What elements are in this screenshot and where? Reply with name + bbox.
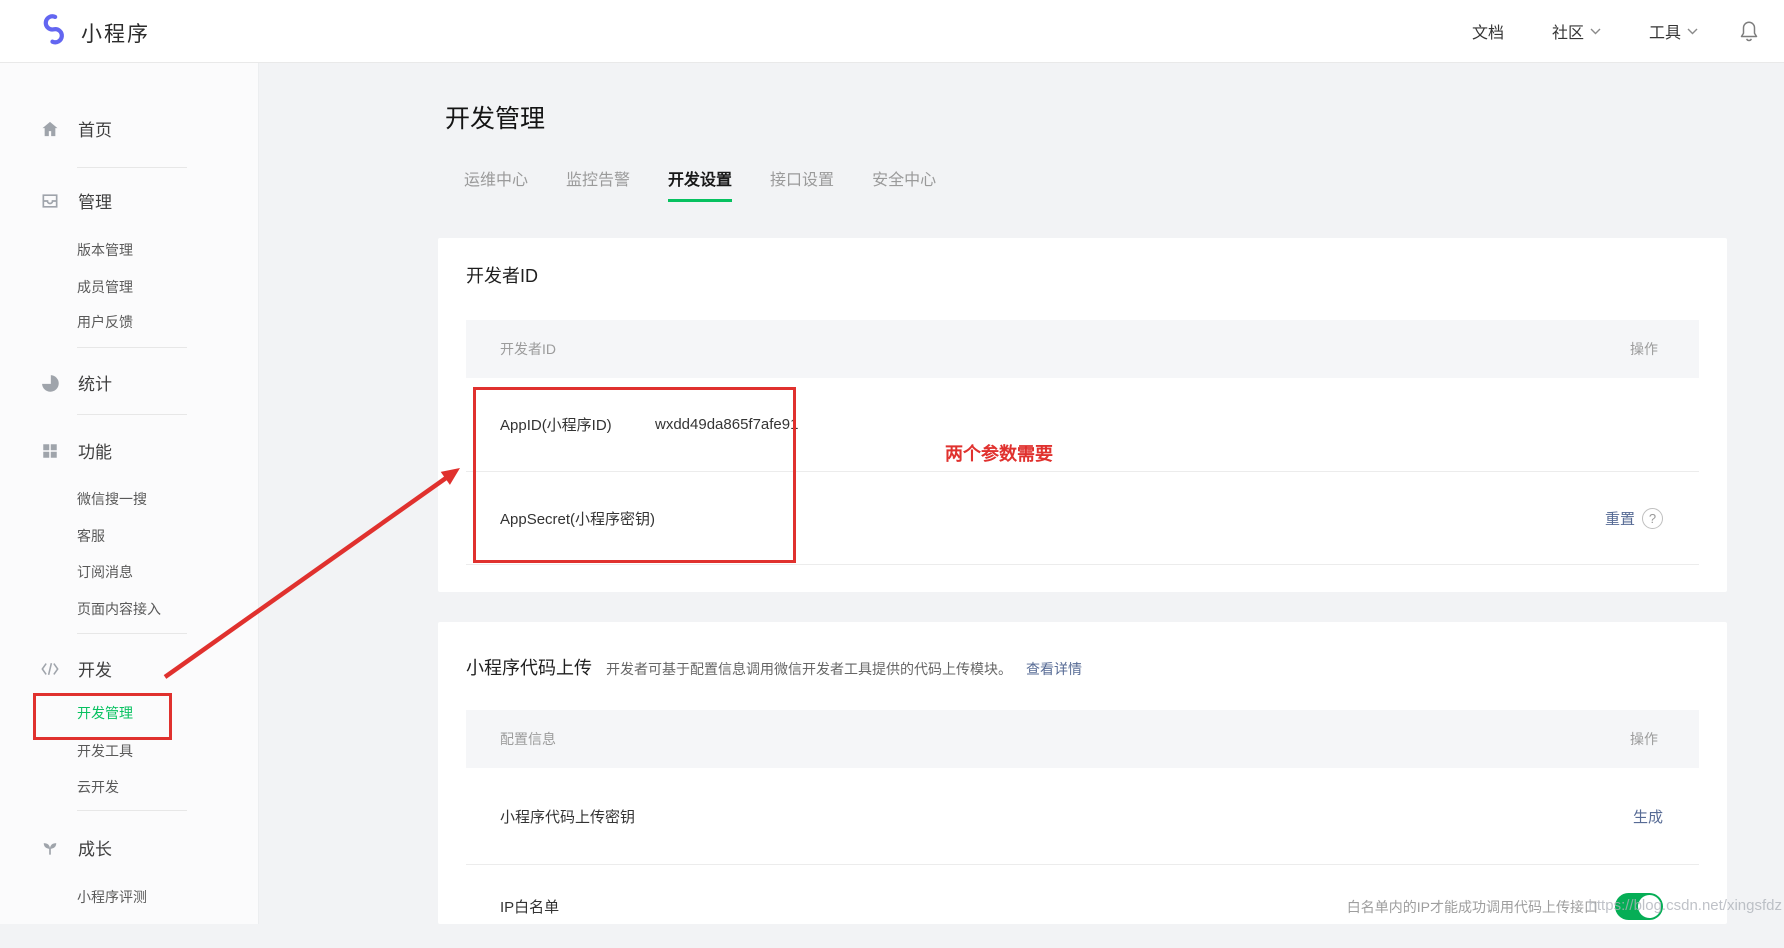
- sidebar-divider: [77, 167, 187, 168]
- sidebar-item-features[interactable]: 功能: [40, 438, 112, 463]
- sidebar-divider: [77, 414, 187, 415]
- upload-key-label: 小程序代码上传密钥: [500, 806, 635, 827]
- top-nav: 文档 社区 工具: [1472, 0, 1698, 62]
- app-logo[interactable]: 小程序: [38, 13, 150, 52]
- tab-api-settings[interactable]: 接口设置: [770, 166, 834, 202]
- home-icon: [40, 119, 60, 139]
- tab-ops-center[interactable]: 运维中心: [464, 166, 528, 202]
- code-upload-description: 开发者可基于配置信息调用微信开发者工具提供的代码上传模块。: [606, 659, 1012, 679]
- sidebar-item-customer-service[interactable]: 客服: [77, 526, 105, 546]
- page-title: 开发管理: [445, 99, 545, 135]
- annotation-callout-text: 两个参数需要: [945, 440, 1053, 466]
- logo-text: 小程序: [81, 18, 150, 48]
- code-upload-table-header: 配置信息 操作: [466, 710, 1699, 768]
- sidebar-item-cloud-develop[interactable]: 云开发: [77, 777, 119, 797]
- sidebar-item-user-feedback[interactable]: 用户反馈: [77, 312, 133, 332]
- sidebar-divider: [77, 810, 187, 811]
- column-actions: 操作: [1630, 339, 1658, 359]
- nav-tools[interactable]: 工具: [1649, 19, 1698, 43]
- sidebar-item-stats[interactable]: 统计: [40, 370, 112, 395]
- annotation-box-appid-appsecret: [473, 387, 796, 563]
- generate-key-link[interactable]: 生成: [1633, 806, 1663, 827]
- chevron-down-icon: [1687, 22, 1698, 40]
- pie-chart-icon: [40, 373, 60, 393]
- grid-icon: [40, 441, 60, 461]
- mini-program-logo-icon: [38, 13, 68, 52]
- top-bar: 小程序 文档 社区 工具: [0, 0, 1784, 63]
- sidebar-item-subscribe-message[interactable]: 订阅消息: [77, 562, 133, 582]
- annotation-box-sidebar-develop-manage: [33, 693, 172, 740]
- code-icon: [40, 659, 60, 679]
- code-upload-heading: 小程序代码上传: [466, 654, 592, 680]
- developer-id-table-header: 开发者ID 操作: [466, 320, 1699, 378]
- sidebar-item-manage[interactable]: 管理: [40, 188, 112, 213]
- help-question-icon[interactable]: ?: [1642, 508, 1663, 529]
- chevron-down-icon: [1590, 22, 1601, 40]
- nav-community[interactable]: 社区: [1552, 19, 1601, 43]
- table-row-upload-key: 小程序代码上传密钥 生成: [466, 768, 1699, 865]
- watermark-text: https://blog.csdn.net/xingsfdz: [1589, 897, 1782, 914]
- column-actions: 操作: [1630, 729, 1658, 749]
- sidebar-divider: [77, 347, 187, 348]
- code-upload-card: 小程序代码上传 开发者可基于配置信息调用微信开发者工具提供的代码上传模块。 查看…: [438, 622, 1727, 924]
- tab-security-center[interactable]: 安全中心: [872, 166, 936, 202]
- sidebar-item-growth[interactable]: 成长: [40, 835, 112, 860]
- tab-bar: 运维中心 监控告警 开发设置 接口设置 安全中心: [464, 166, 936, 202]
- ip-whitelist-label: IP白名单: [500, 896, 559, 917]
- inbox-icon: [40, 191, 60, 211]
- sidebar-item-version-manage[interactable]: 版本管理: [77, 240, 133, 260]
- tab-dev-settings[interactable]: 开发设置: [668, 166, 732, 202]
- column-developer-id: 开发者ID: [500, 339, 556, 359]
- sprout-icon: [40, 838, 60, 858]
- sidebar-item-home[interactable]: 首页: [40, 116, 112, 141]
- annotation-arrow: [140, 440, 480, 700]
- developer-id-heading: 开发者ID: [466, 262, 538, 288]
- sidebar-item-develop-tools[interactable]: 开发工具: [77, 741, 133, 761]
- sidebar-item-develop[interactable]: 开发: [40, 656, 112, 681]
- tab-monitor-alert[interactable]: 监控告警: [566, 166, 630, 202]
- notification-bell-icon[interactable]: [1738, 19, 1760, 48]
- sidebar-item-member-manage[interactable]: 成员管理: [77, 277, 133, 297]
- ip-whitelist-note: 白名单内的IP才能成功调用代码上传接口: [1347, 897, 1598, 917]
- sidebar-item-miniprogram-review[interactable]: 小程序评测: [77, 887, 147, 907]
- sidebar-item-wechat-search[interactable]: 微信搜一搜: [77, 489, 147, 509]
- table-row-ip-whitelist: IP白名单 白名单内的IP才能成功调用代码上传接口: [466, 865, 1699, 948]
- column-config-info: 配置信息: [500, 729, 556, 749]
- view-details-link[interactable]: 查看详情: [1026, 659, 1082, 679]
- nav-docs[interactable]: 文档: [1472, 19, 1504, 43]
- reset-appsecret-link[interactable]: 重置: [1605, 508, 1635, 529]
